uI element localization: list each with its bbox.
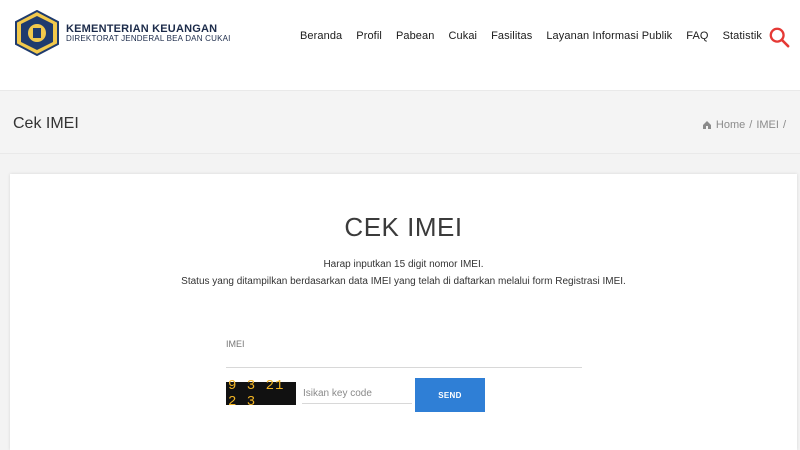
imei-check-card: CEK IMEI Harap inputkan 15 digit nomor I… <box>10 174 797 450</box>
card-title: CEK IMEI <box>344 212 463 242</box>
key-code-input[interactable] <box>302 384 412 404</box>
site-logo[interactable]: KEMENTERIAN KEUANGAN DIREKTORAT JENDERAL… <box>14 10 231 56</box>
kemenkeu-logo-icon <box>15 10 59 56</box>
breadcrumb-imei: IMEI <box>756 119 779 131</box>
page-title-strip: Cek IMEI Home / IMEI / <box>0 90 800 154</box>
logo-subtitle: DIREKTORAT JENDERAL BEA DAN CUKAI <box>66 33 231 43</box>
nav-profil[interactable]: Profil <box>356 30 382 42</box>
breadcrumb-separator: / <box>782 119 786 131</box>
breadcrumb-separator: / <box>749 119 753 131</box>
search-icon[interactable] <box>768 26 790 48</box>
page-title: Cek IMEI <box>13 115 79 132</box>
breadcrumb: Home / IMEI / <box>702 119 786 131</box>
nav-beranda[interactable]: Beranda <box>300 30 342 42</box>
imei-label: IMEI <box>226 339 245 349</box>
site-header: KEMENTERIAN KEUANGAN DIREKTORAT JENDERAL… <box>0 0 800 90</box>
nav-fasilitas[interactable]: Fasilitas <box>491 30 532 42</box>
nav-statistik[interactable]: Statistik <box>723 30 762 42</box>
status-info-text: Status yang ditampilkan berdasarkan data… <box>181 276 626 287</box>
breadcrumb-home[interactable]: Home <box>716 119 745 131</box>
nav-pabean[interactable]: Pabean <box>396 30 435 42</box>
nav-cukai[interactable]: Cukai <box>448 30 477 42</box>
logo-title: KEMENTERIAN KEUANGAN <box>66 22 218 35</box>
main-navigation: Beranda Profil Pabean Cukai Fasilitas La… <box>300 30 762 42</box>
home-icon <box>702 121 711 129</box>
nav-layanan-informasi-publik[interactable]: Layanan Informasi Publik <box>546 30 672 42</box>
captcha-text: 9 3 21 2 3 <box>228 377 285 410</box>
nav-faq[interactable]: FAQ <box>686 30 708 42</box>
instruction-text: Harap inputkan 15 digit nomor IMEI. <box>323 259 484 270</box>
send-button[interactable]: SEND <box>415 378 485 412</box>
imei-input[interactable] <box>226 354 582 368</box>
captcha-image: 9 3 21 2 3 <box>226 378 296 410</box>
